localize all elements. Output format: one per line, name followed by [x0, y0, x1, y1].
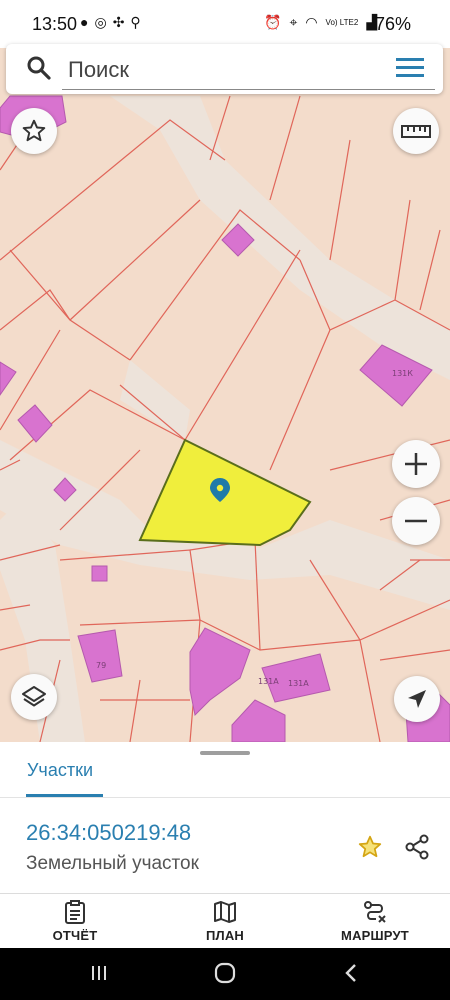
- layers-button[interactable]: [11, 674, 57, 720]
- status-notification-icons: ● ◎ ✣ ⚲: [80, 14, 141, 31]
- search-icon[interactable]: [26, 55, 52, 86]
- building-label-1: 131К: [392, 369, 413, 378]
- favorites-button[interactable]: [11, 108, 57, 154]
- map-plan-icon: [214, 901, 236, 923]
- status-bar: 13:50 ● ◎ ✣ ⚲ ⏰ ⌖ ◠ Vo) LTE2 ▟ 76%: [0, 0, 450, 48]
- plan-label: ПЛАН: [205, 928, 245, 943]
- cadastral-map[interactable]: 131К 131А 131А 79: [0, 48, 450, 742]
- search-underline: [62, 89, 435, 90]
- building-label-3: 131А: [288, 679, 309, 688]
- plan-button[interactable]: ПЛАН: [175, 900, 275, 946]
- volte-icon: Vo) LTE2: [325, 17, 359, 27]
- route-icon: [364, 901, 386, 923]
- report-icon: [65, 900, 85, 924]
- building-label-4: 79: [96, 661, 106, 670]
- building-label-2: 131А: [258, 677, 279, 686]
- report-label: ОТЧЁТ: [52, 928, 98, 943]
- search-bar: [6, 44, 443, 94]
- ruler-button[interactable]: [393, 108, 439, 154]
- wifi-icon: ◠: [305, 14, 318, 30]
- menu-icon[interactable]: [396, 56, 424, 85]
- status-time: 13:50: [32, 14, 78, 34]
- alarm-icon: ⏰: [264, 14, 282, 30]
- report-button[interactable]: ОТЧЁТ: [25, 900, 125, 946]
- status-system-icons: ⏰ ⌖ ◠ Vo) LTE2 ▟: [264, 14, 377, 31]
- fan-icon: ✣: [112, 14, 125, 30]
- search-icon: ⚲: [130, 14, 141, 30]
- route-label: МАРШРУТ: [341, 928, 409, 943]
- parcel-type: Земельный участок: [26, 853, 199, 874]
- zoom-out-button[interactable]: [392, 497, 440, 545]
- tab-divider: [0, 797, 450, 798]
- message-icon: ●: [80, 14, 89, 30]
- search-input[interactable]: [66, 54, 370, 86]
- home-icon[interactable]: [214, 962, 236, 989]
- tab-parcels[interactable]: Участки: [27, 760, 93, 781]
- share-icon[interactable]: [404, 834, 430, 865]
- whatsapp-icon: ◎: [94, 14, 107, 30]
- location-icon: ⌖: [289, 14, 298, 30]
- route-button[interactable]: МАРШРУТ: [325, 900, 425, 946]
- navigation-arrow-icon: [408, 690, 426, 708]
- my-location-button[interactable]: [394, 676, 440, 722]
- back-icon[interactable]: [343, 963, 359, 988]
- recent-apps-icon[interactable]: [90, 964, 108, 987]
- parcel-cadastral-number[interactable]: 26:34:050219:48: [26, 820, 191, 846]
- star-outline-icon: [22, 119, 46, 142]
- zoom-in-button[interactable]: [392, 440, 440, 488]
- favorite-star-icon[interactable]: [357, 834, 383, 865]
- sheet-drag-handle[interactable]: [200, 751, 250, 755]
- actions-divider: [0, 893, 450, 894]
- map-canvas: 131К 131А 131А 79: [0, 48, 450, 742]
- layers-icon: [22, 686, 46, 707]
- ruler-icon: [401, 125, 431, 138]
- plus-icon: [405, 453, 427, 475]
- battery-level: 76%: [375, 14, 412, 34]
- minus-icon: [405, 519, 427, 523]
- system-nav-bar: [0, 948, 450, 1000]
